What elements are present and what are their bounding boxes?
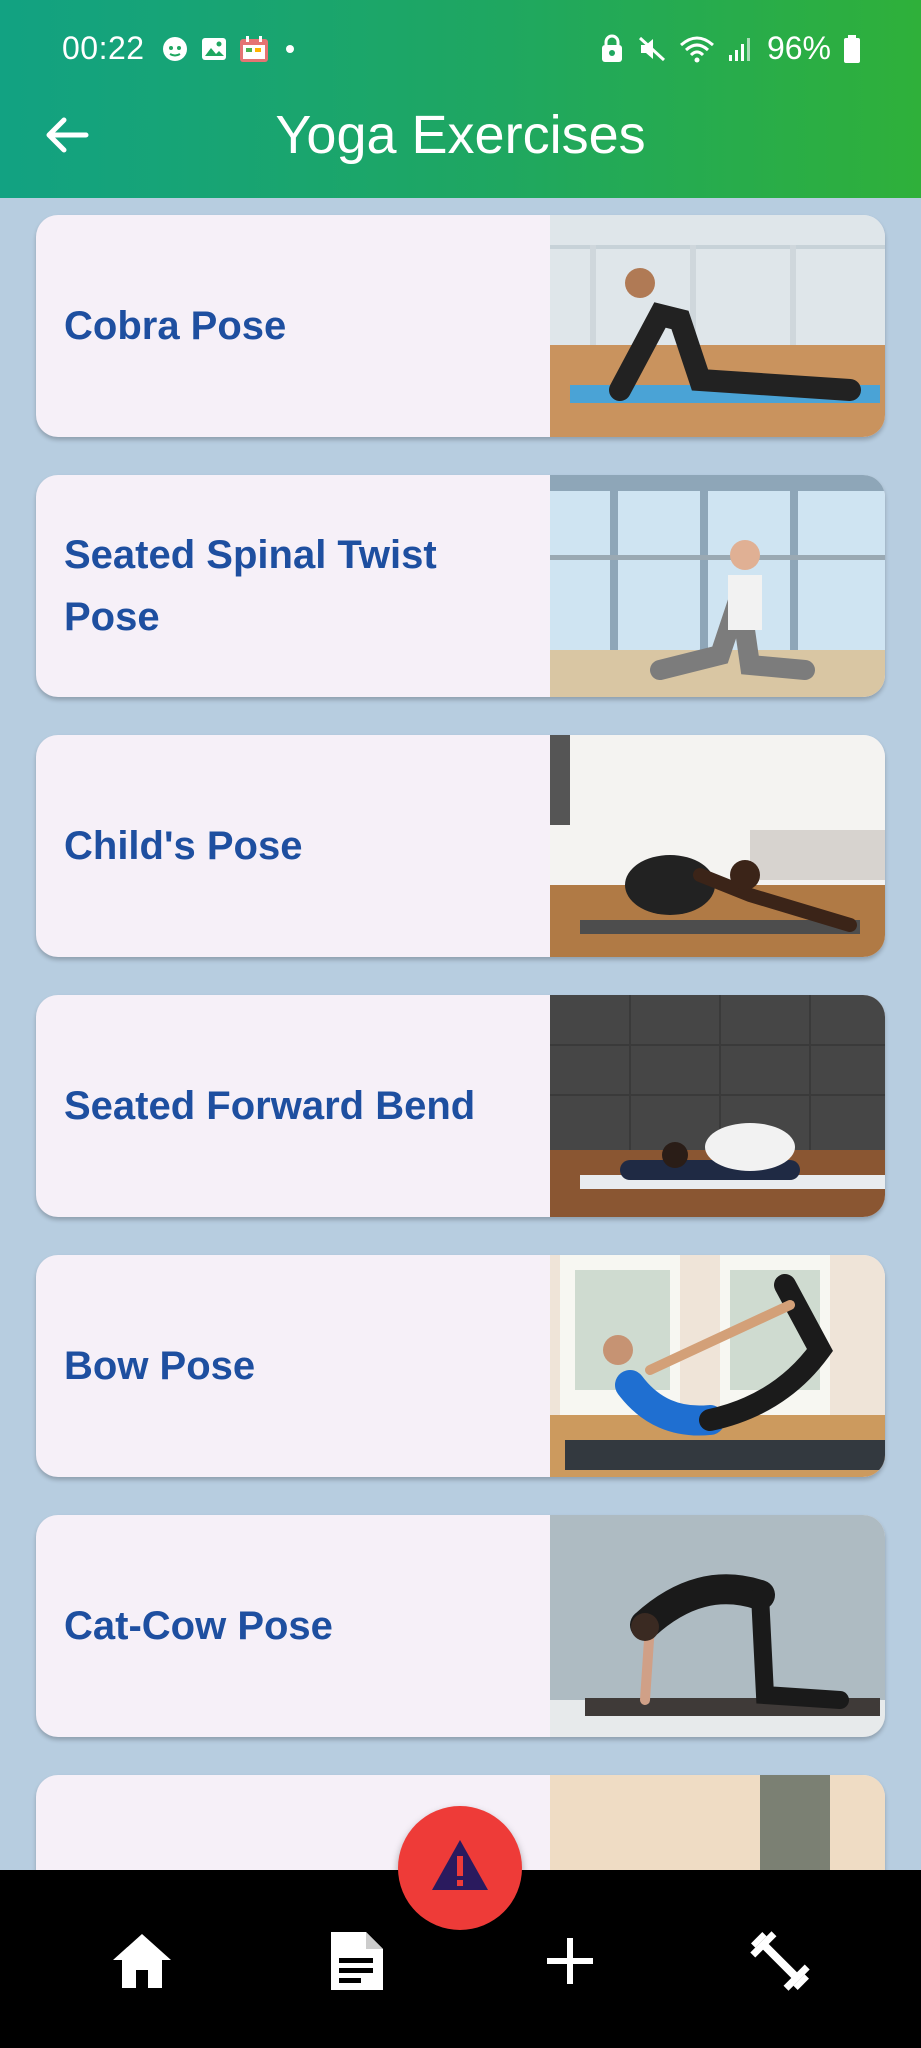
lock-icon xyxy=(601,34,622,62)
battery-icon xyxy=(844,34,860,63)
bow-pose-photo xyxy=(550,1255,885,1477)
warning-fab-button[interactable] xyxy=(398,1806,522,1930)
plus-icon[interactable] xyxy=(535,1926,605,1996)
document-icon[interactable] xyxy=(321,1926,391,1996)
page-title: Yoga Exercises xyxy=(275,105,646,165)
image-icon xyxy=(202,38,226,60)
warning-icon xyxy=(432,1840,488,1890)
wifi-icon xyxy=(679,36,714,62)
exercise-name: Seated Spinal Twist Pose xyxy=(64,533,437,639)
exercise-name: Child's Pose xyxy=(64,824,303,868)
status-time: 00:22 xyxy=(62,30,145,66)
exercise-name: Cobra Pose xyxy=(64,304,287,348)
home-icon[interactable] xyxy=(107,1926,177,1996)
exercise-list[interactable]: Cobra Pose Seated Spinal Twist Pose Chil… xyxy=(0,198,921,1870)
exercise-card-bow-pose[interactable]: Bow Pose xyxy=(36,1255,885,1477)
status-right: 96% xyxy=(599,30,861,67)
dot-icon xyxy=(286,45,294,53)
signal-icon xyxy=(728,37,750,61)
mute-icon xyxy=(638,36,665,61)
status-bar: 00:22 96% xyxy=(0,0,921,100)
exercise-card-cobra-pose[interactable]: Cobra Pose xyxy=(36,215,885,437)
battery-percent: 96% xyxy=(766,30,831,66)
dumbbell-icon[interactable] xyxy=(745,1926,815,1996)
exercise-card-childs-pose[interactable]: Child's Pose xyxy=(36,735,885,957)
seated-spinal-twist-photo xyxy=(550,475,885,697)
childs-pose-photo xyxy=(550,735,885,957)
exercise-name: Bow Pose xyxy=(64,1344,256,1388)
seated-forward-bend-photo xyxy=(550,995,885,1217)
notification-face-icon xyxy=(163,37,187,61)
status-left-icons xyxy=(160,34,300,64)
exercise-name: Cat-Cow Pose xyxy=(64,1604,333,1648)
exercise-photo-partial xyxy=(550,1775,885,1870)
cobra-pose-photo xyxy=(550,215,885,437)
exercise-name: Seated Forward Bend xyxy=(64,1084,476,1128)
exercise-card-cat-cow-pose[interactable]: Cat-Cow Pose xyxy=(36,1515,885,1737)
exercise-card-seated-forward-bend[interactable]: Seated Forward Bend xyxy=(36,995,885,1217)
app-header: 00:22 96% Yoga Exercises xyxy=(0,0,921,198)
cat-cow-pose-photo xyxy=(550,1515,885,1737)
calendar-app-icon xyxy=(240,36,268,62)
exercise-card-seated-spinal-twist[interactable]: Seated Spinal Twist Pose xyxy=(36,475,885,697)
